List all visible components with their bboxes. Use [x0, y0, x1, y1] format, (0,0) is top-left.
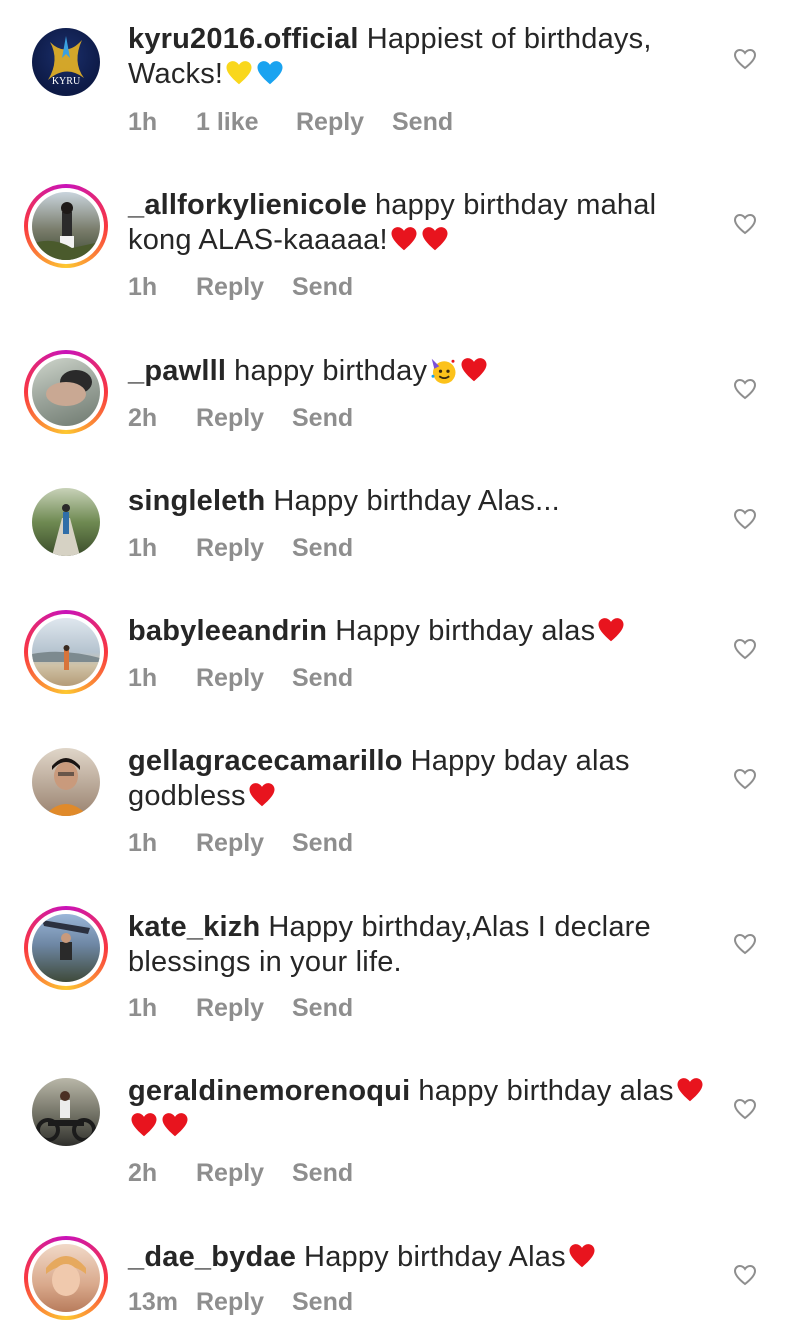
send-button[interactable]: Send: [292, 404, 353, 433]
reply-button[interactable]: Reply: [296, 108, 392, 137]
comment-text: kate_kizh Happy birthday,Alas I declare b…: [128, 910, 708, 980]
like-heart-icon[interactable]: [733, 508, 757, 530]
send-button[interactable]: Send: [292, 829, 353, 858]
like-heart-icon[interactable]: [733, 1098, 757, 1120]
yellow-heart-icon: [226, 61, 252, 85]
comment-meta: 1h Reply Send: [128, 534, 353, 563]
comment-body: happy birthday alas: [418, 1075, 674, 1107]
comment-time: 1h: [128, 108, 158, 136]
comment-list: KYRU kyru2016.official Happiest of birthd…: [0, 0, 800, 1320]
comment-meta: 1h 1 like Reply Send: [128, 108, 453, 137]
red-heart-icon: [422, 227, 448, 251]
comment-time: 2h: [128, 1159, 158, 1187]
avatar[interactable]: [24, 184, 108, 268]
avatar[interactable]: [24, 480, 108, 564]
comment-meta: 2h Reply Send: [128, 1159, 353, 1188]
avatar[interactable]: [24, 1070, 108, 1154]
comment-body: happy birthday: [234, 355, 428, 387]
like-heart-icon[interactable]: [733, 213, 757, 235]
red-heart-icon: [598, 618, 624, 642]
comment-text: gellagracecamarillo Happy bday alas godbl…: [128, 744, 708, 814]
like-heart-icon[interactable]: [733, 48, 757, 70]
comment-username[interactable]: gellagracecamarillo: [128, 745, 403, 777]
comment-time: 1h: [128, 534, 158, 562]
send-button[interactable]: Send: [292, 534, 353, 563]
red-heart-icon: [131, 1113, 157, 1137]
comment-likes[interactable]: 1 like: [196, 108, 296, 137]
comment-meta: 13m Reply Send: [128, 1288, 353, 1317]
like-heart-icon[interactable]: [733, 378, 757, 400]
like-heart-icon[interactable]: [733, 638, 757, 660]
comment-time: 1h: [128, 664, 158, 692]
comment-username[interactable]: kate_kizh: [128, 911, 260, 943]
avatar[interactable]: [24, 350, 108, 434]
reply-button[interactable]: Reply: [196, 1159, 292, 1188]
avatar-logo-text: KYRU: [52, 76, 81, 87]
comment-username[interactable]: babyleeandrin: [128, 615, 327, 647]
comment-text: kyru2016.official Happiest of birthdays, …: [128, 22, 708, 92]
comment-username[interactable]: singleleth: [128, 485, 265, 517]
red-heart-icon: [461, 358, 487, 382]
comment-text: _pawlll happy birthday: [128, 354, 708, 389]
avatar[interactable]: [24, 610, 108, 694]
red-heart-icon: [249, 783, 275, 807]
send-button[interactable]: Send: [292, 273, 353, 302]
reply-button[interactable]: Reply: [196, 1288, 292, 1317]
red-heart-icon: [569, 1244, 595, 1268]
send-button[interactable]: Send: [292, 1288, 353, 1317]
reply-button[interactable]: Reply: [196, 534, 292, 563]
red-heart-icon: [162, 1113, 188, 1137]
reply-button[interactable]: Reply: [196, 829, 292, 858]
comment-body: Happy birthday alas: [335, 615, 596, 647]
comment-username[interactable]: _allforkylienicole: [128, 189, 367, 221]
blue-heart-icon: [257, 61, 283, 85]
comment-body: Happy birthday Alas: [304, 1241, 566, 1273]
comment-username[interactable]: _dae_bydae: [128, 1241, 296, 1273]
send-button[interactable]: Send: [292, 1159, 353, 1188]
comment-text: babyleeandrin Happy birthday alas: [128, 614, 708, 649]
red-heart-icon: [391, 227, 417, 251]
comment-time: 13m: [128, 1288, 179, 1316]
comment-meta: 1h Reply Send: [128, 664, 353, 693]
comment-text: _dae_bydae Happy birthday Alas: [128, 1240, 708, 1275]
comment-meta: 2h Reply Send: [128, 404, 353, 433]
comment-meta: 1h Reply Send: [128, 829, 353, 858]
avatar[interactable]: [24, 906, 108, 990]
comment-time: 1h: [128, 273, 158, 301]
send-button[interactable]: Send: [392, 108, 453, 137]
comment-text: singleleth Happy birthday Alas...: [128, 484, 708, 519]
comment-time: 2h: [128, 404, 158, 432]
comment-text: geraldinemorenoqui happy birthday alas: [128, 1074, 708, 1144]
send-button[interactable]: Send: [292, 664, 353, 693]
reply-button[interactable]: Reply: [196, 273, 292, 302]
comment-username[interactable]: _pawlll: [128, 355, 226, 387]
reply-button[interactable]: Reply: [196, 404, 292, 433]
reply-button[interactable]: Reply: [196, 994, 292, 1023]
comment-time: 1h: [128, 829, 158, 857]
avatar[interactable]: [24, 740, 108, 824]
reply-button[interactable]: Reply: [196, 664, 292, 693]
comment-body: Happy birthday Alas...: [273, 485, 560, 517]
comment-username[interactable]: geraldinemorenoqui: [128, 1075, 410, 1107]
comment-meta: 1h Reply Send: [128, 994, 353, 1023]
send-button[interactable]: Send: [292, 994, 353, 1023]
avatar[interactable]: KYRU: [24, 20, 108, 104]
comment-text: _allforkylienicole happy birthday mahal k…: [128, 188, 708, 258]
like-heart-icon[interactable]: [733, 1264, 757, 1286]
party-face-icon: [431, 358, 456, 384]
red-heart-icon: [677, 1078, 703, 1102]
comment-username[interactable]: kyru2016.official: [128, 23, 359, 55]
avatar[interactable]: [24, 1236, 108, 1320]
comment-time: 1h: [128, 994, 158, 1022]
comment-meta: 1h Reply Send: [128, 273, 353, 302]
like-heart-icon[interactable]: [733, 768, 757, 790]
like-heart-icon[interactable]: [733, 933, 757, 955]
